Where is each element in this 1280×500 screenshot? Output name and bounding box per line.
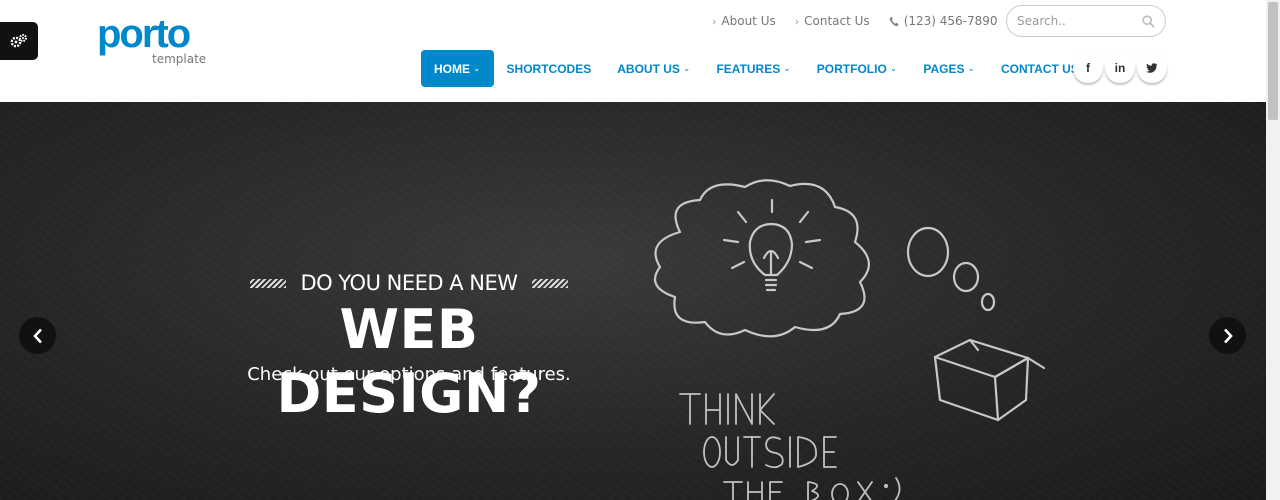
chevron-down-icon: ⌄ — [473, 63, 481, 73]
chalkboard-texture — [0, 102, 1266, 500]
top-link-label: About Us — [721, 14, 776, 28]
chevron-right-icon: › — [712, 14, 717, 28]
search-input[interactable] — [1017, 14, 1132, 28]
nav-label: FEATURES — [716, 61, 781, 76]
top-links: › About Us › Contact Us (123) 456-7890 — [712, 12, 998, 30]
top-link-contact-us[interactable]: › Contact Us — [795, 14, 870, 28]
phone-number: (123) 456-7890 — [889, 14, 998, 28]
chevron-down-icon: ⌄ — [967, 63, 975, 73]
hero-slider: DO YOU NEED A NEW WEB DESIGN? Check out … — [0, 102, 1266, 500]
nav-label: ABOUT US — [617, 61, 680, 76]
box-icon — [933, 338, 1030, 379]
main-nav: HOME ⌄ SHORTCODES ABOUT US ⌄ FEATURES ⌄ POR… — [421, 50, 1102, 87]
chevron-right-icon — [1223, 328, 1233, 343]
nav-portfolio[interactable]: PORTFOLIO ⌄ — [804, 50, 911, 87]
nav-home[interactable]: HOME ⌄ — [421, 50, 494, 87]
top-link-label: Contact Us — [804, 14, 870, 28]
nav-about-us[interactable]: ABOUT US ⌄ — [604, 50, 703, 87]
chevron-right-icon: › — [794, 14, 800, 28]
logo[interactable]: porto template — [97, 10, 217, 70]
decorative-stripes — [250, 278, 286, 288]
slider-next-button[interactable] — [1209, 317, 1246, 354]
search-icon[interactable] — [1142, 14, 1155, 28]
nav-label: PAGES — [923, 61, 965, 76]
nav-label: CONTACT US — [1001, 61, 1079, 76]
chevron-down-icon: ⌄ — [889, 63, 898, 73]
top-link-about-us[interactable]: › About Us — [712, 14, 776, 28]
chevron-down-icon: ⌄ — [783, 63, 791, 73]
nav-shortcodes[interactable]: SHORTCODES — [494, 50, 605, 87]
nav-pages[interactable]: PAGES ⌄ — [910, 50, 988, 87]
nav-features[interactable]: FEATURES ⌄ — [703, 50, 803, 87]
nav-label: PORTFOLIO — [816, 61, 887, 76]
chevron-down-icon: ⌄ — [682, 63, 691, 73]
gears-icon — [10, 34, 27, 48]
twitter-icon[interactable] — [1137, 53, 1167, 83]
style-switcher-button[interactable] — [0, 22, 38, 60]
nav-label: SHORTCODES — [506, 61, 592, 76]
slide-subtitle: Check out our options and features. — [247, 364, 571, 385]
slide-title: WEB DESIGN? — [276, 298, 542, 425]
page-scrollbar[interactable] — [1266, 0, 1280, 500]
scrollbar-thumb[interactable] — [1268, 2, 1278, 120]
facebook-icon[interactable]: f — [1073, 53, 1103, 83]
slide-pre-title: DO YOU NEED A NEW — [250, 270, 568, 296]
chalk-drawing — [653, 179, 1046, 500]
chevron-left-icon — [32, 328, 42, 343]
social-icons: f in — [1073, 53, 1169, 83]
search-box — [1006, 5, 1166, 37]
header: porto template › About Us › Contact Us (… — [0, 0, 1266, 102]
phone-text: (123) 456-7890 — [903, 14, 998, 28]
slider-prev-button[interactable] — [19, 317, 56, 354]
logo-tagline: template — [152, 52, 207, 66]
phone-icon — [889, 16, 899, 26]
logo-wordmark: porto — [97, 12, 191, 56]
decorative-stripes — [531, 278, 568, 288]
slide-pre-title-text: DO YOU NEED A NEW — [300, 271, 518, 295]
linkedin-icon[interactable]: in — [1105, 53, 1135, 83]
nav-label: HOME — [434, 61, 470, 76]
